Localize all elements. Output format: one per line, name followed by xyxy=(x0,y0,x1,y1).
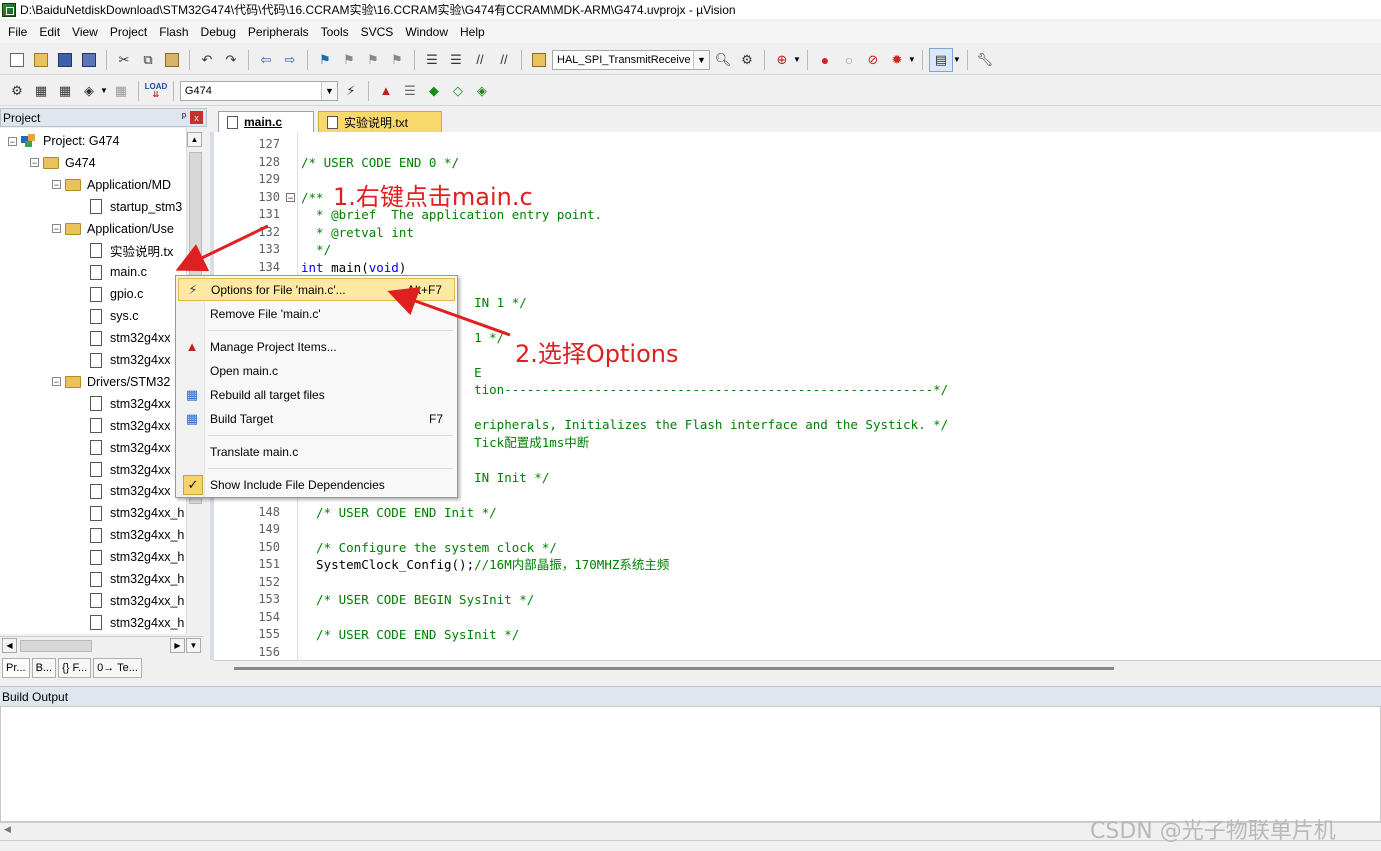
arrow-to-options xyxy=(387,286,511,337)
annotation-arrows xyxy=(175,224,511,337)
watermark: CSDN @光子物联单片机 xyxy=(1090,819,1336,844)
arrow-to-main-c xyxy=(175,224,269,272)
annotation-step2: 2.选择Options xyxy=(515,340,679,368)
annotation-step1: 1.右键点击main.c xyxy=(333,183,533,211)
